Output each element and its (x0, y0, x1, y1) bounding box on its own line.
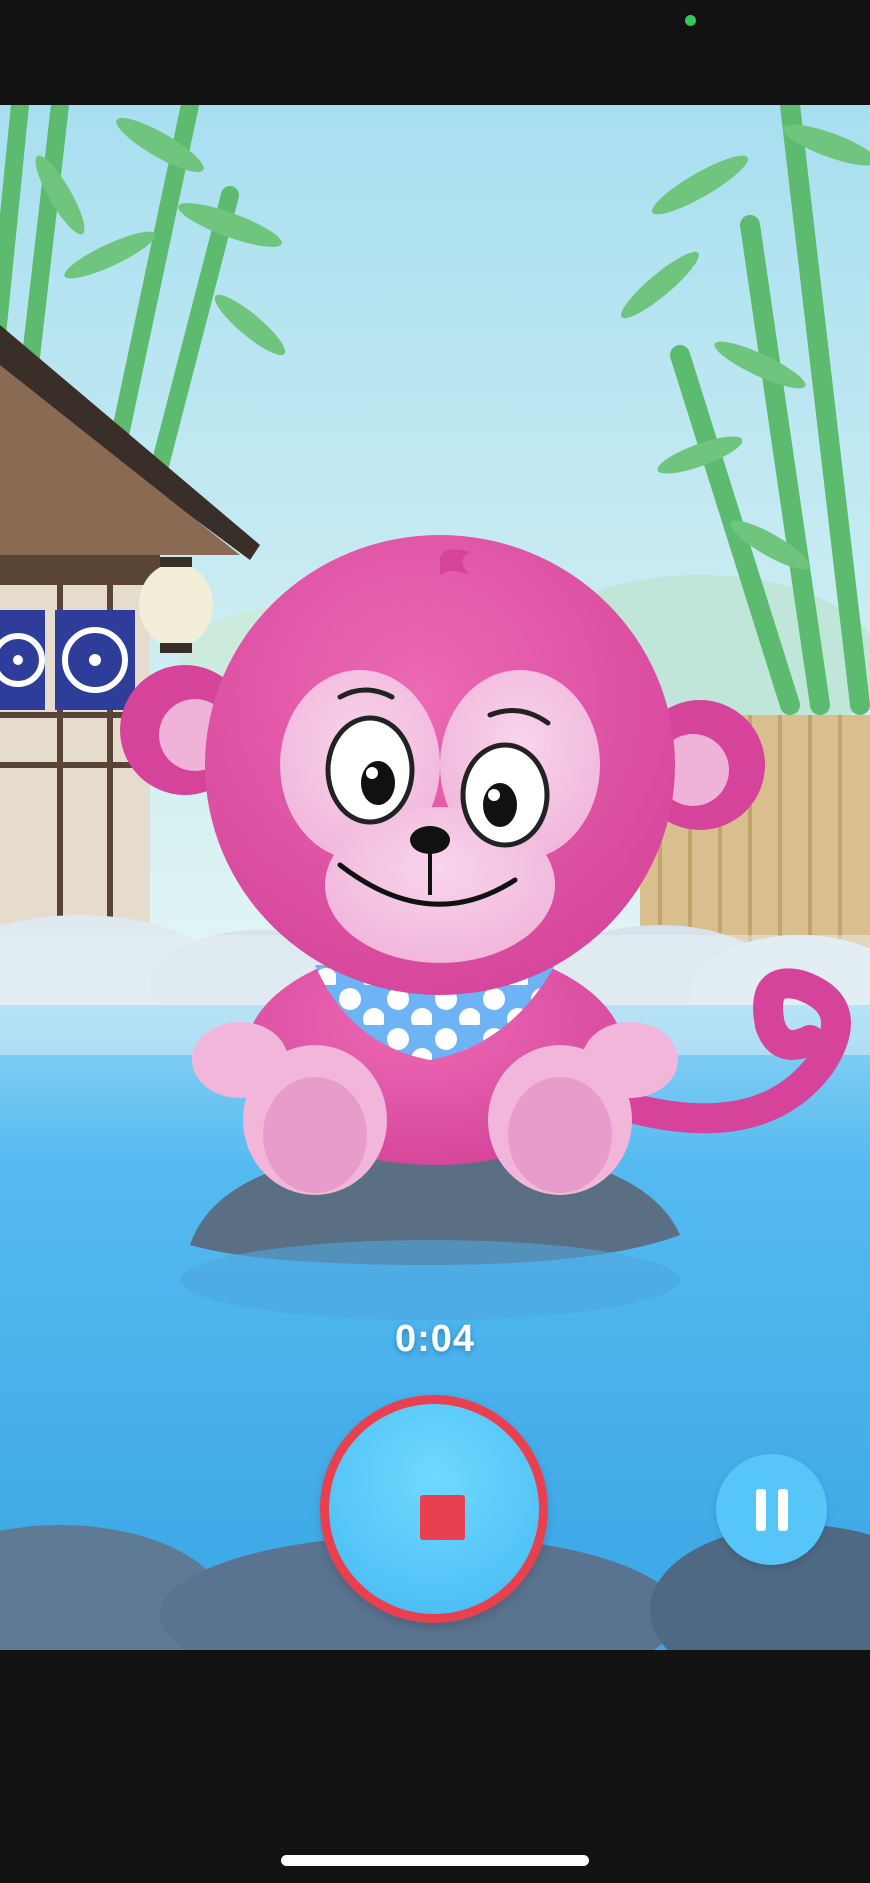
recording-timer: 0:04 (394, 1318, 476, 1360)
bottom-bar (0, 1650, 870, 1883)
microphone-indicator-dot (685, 15, 696, 26)
status-bar (0, 0, 870, 105)
stop-recording-button[interactable] (320, 1395, 548, 1623)
pause-button[interactable] (716, 1454, 827, 1565)
pause-icon (754, 1489, 790, 1531)
home-indicator[interactable] (281, 1855, 589, 1866)
stop-square-icon (420, 1495, 465, 1540)
